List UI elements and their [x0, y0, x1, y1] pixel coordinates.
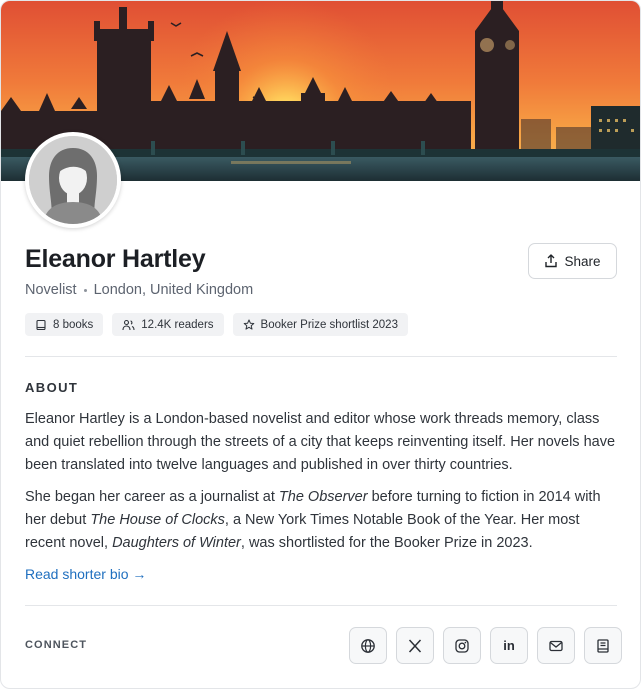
- connect-label: CONNECT: [25, 639, 88, 651]
- avatar[interactable]: [25, 132, 121, 228]
- bio-paragraph-2: She began her career as a journalist at …: [25, 486, 619, 555]
- bio-paragraph-1: Eleanor Hartley is a London-based noveli…: [25, 411, 616, 473]
- readers-icon: [122, 319, 135, 330]
- linkedin-icon: in: [503, 638, 515, 653]
- bio-book-title: Daughters of Winter: [112, 535, 241, 551]
- profile-location: London, United Kingdom: [93, 282, 254, 298]
- books-link[interactable]: [584, 627, 622, 664]
- divider: [25, 356, 617, 357]
- profile-occupation: Novelist: [25, 282, 77, 298]
- stats-badges: 8 books 12.4K readers Booker Prize short…: [25, 313, 408, 336]
- email-link[interactable]: [537, 627, 575, 664]
- bio-text: She began her career as a journalist at: [25, 489, 279, 505]
- x-link[interactable]: [396, 627, 434, 664]
- mail-icon: [549, 640, 563, 651]
- share-button[interactable]: Share: [528, 243, 617, 279]
- divider: [25, 605, 617, 606]
- book-icon: [36, 319, 46, 330]
- badge-books-label: 8 books: [53, 318, 94, 331]
- x-icon: [408, 638, 422, 653]
- instagram-icon: [455, 638, 469, 653]
- share-icon: [545, 254, 558, 268]
- star-icon: [243, 319, 254, 330]
- bio-publication-title: The Observer: [278, 489, 368, 505]
- website-link[interactable]: [349, 627, 387, 664]
- share-label: Share: [564, 253, 601, 269]
- profile-meta: Novelist London, United Kingdom: [25, 282, 253, 298]
- badge-award-label: Booker Prize shortlist 2023: [260, 318, 398, 331]
- linkedin-link[interactable]: in: [490, 627, 528, 664]
- read-shorter-bio-link[interactable]: Read shorter bio →: [25, 566, 146, 582]
- author-profile-card: Eleanor Hartley Novelist London, United …: [0, 0, 641, 689]
- globe-icon: [361, 638, 375, 653]
- separator-dot: [83, 288, 87, 292]
- badge-books: 8 books: [25, 313, 104, 336]
- bio-text: , was shortlisted for the Booker Prize i…: [240, 535, 533, 551]
- badge-readers-label: 12.4K readers: [141, 318, 214, 331]
- instagram-link[interactable]: [443, 627, 481, 664]
- badge-readers: 12.4K readers: [112, 313, 224, 336]
- book-icon: [597, 638, 609, 653]
- profile-name: Eleanor Hartley: [25, 245, 206, 273]
- about-heading: ABOUT: [25, 380, 79, 395]
- social-links: in: [349, 627, 622, 664]
- avatar-placeholder-icon: [29, 136, 117, 224]
- bio-book-title: The House of Clocks: [90, 512, 225, 528]
- badge-award: Booker Prize shortlist 2023: [232, 313, 408, 336]
